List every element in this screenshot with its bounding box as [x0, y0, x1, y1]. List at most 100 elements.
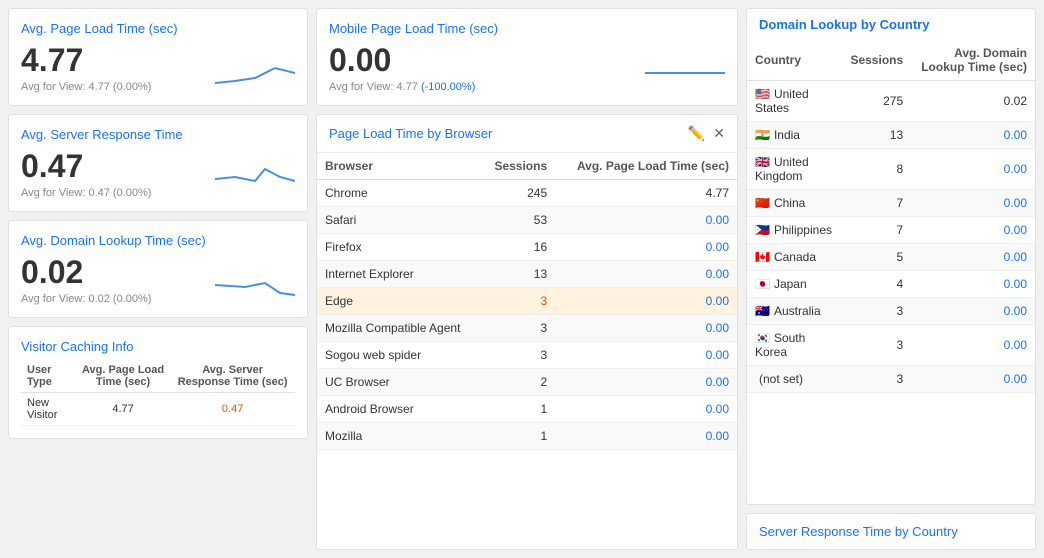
- browser-name: UC Browser: [317, 369, 481, 396]
- lookup-row: 🇰🇷South Korea 3 0.00: [747, 325, 1035, 366]
- browser-row: Chrome 245 4.77: [317, 180, 737, 207]
- lookup-avg: 0.00: [911, 122, 1035, 149]
- close-icon[interactable]: ✕: [713, 125, 725, 142]
- lookup-country: 🇯🇵Japan: [747, 271, 842, 298]
- browser-avg-load: 0.00: [555, 396, 737, 423]
- browser-avg-load: 0.00: [555, 234, 737, 261]
- country-flag: 🇨🇦: [755, 250, 770, 264]
- lookup-country: 🇨🇦Canada: [747, 244, 842, 271]
- mobile-page-load-title: Mobile Page Load Time (sec): [329, 21, 725, 36]
- browser-sessions: 53: [481, 207, 555, 234]
- browser-avg-load: 0.00: [555, 207, 737, 234]
- avg-server-response-title: Avg. Server Response Time: [21, 127, 295, 142]
- browser-col-sessions: Sessions: [481, 153, 555, 180]
- country-flag: 🇺🇸: [755, 87, 770, 101]
- lookup-country: 🇮🇳India: [747, 122, 842, 149]
- mobile-page-load-sparkline: [645, 53, 725, 93]
- lookup-col-country: Country: [747, 40, 842, 81]
- browser-sessions: 3: [481, 315, 555, 342]
- caching-col-server-response: Avg. Server Response Time (sec): [170, 360, 295, 393]
- domain-lookup-table: Country Sessions Avg. Domain Lookup Time…: [747, 40, 1035, 393]
- browser-row: UC Browser 2 0.00: [317, 369, 737, 396]
- browser-sessions: 2: [481, 369, 555, 396]
- domain-lookup-card: Domain Lookup by Country Country Session…: [746, 8, 1036, 505]
- lookup-sessions: 3: [842, 325, 911, 366]
- right-column: Domain Lookup by Country Country Session…: [746, 8, 1036, 550]
- caching-page-load: 4.77: [76, 393, 170, 426]
- avg-page-load-card: Avg. Page Load Time (sec) 4.77 Avg for V…: [8, 8, 308, 106]
- mobile-page-load-value: 0.00: [329, 42, 475, 79]
- lookup-sessions: 13: [842, 122, 911, 149]
- lookup-row: 🇦🇺Australia 3 0.00: [747, 298, 1035, 325]
- visitor-caching-card: Visitor Caching Info User Type Avg. Page…: [8, 326, 308, 439]
- browser-sessions: 13: [481, 261, 555, 288]
- caching-server-response: 0.47: [170, 393, 295, 426]
- lookup-sessions: 3: [842, 366, 911, 393]
- browser-avg-load: 0.00: [555, 342, 737, 369]
- browser-row: Firefox 16 0.00: [317, 234, 737, 261]
- server-response-footer: Server Response Time by Country: [746, 513, 1036, 550]
- lookup-avg: 0.00: [911, 244, 1035, 271]
- browser-name: Mozilla Compatible Agent: [317, 315, 481, 342]
- lookup-sessions: 3: [842, 298, 911, 325]
- middle-column: Mobile Page Load Time (sec) 0.00 Avg for…: [316, 8, 738, 550]
- browser-avg-load: 0.00: [555, 369, 737, 396]
- avg-server-response-card: Avg. Server Response Time 0.47 Avg for V…: [8, 114, 308, 212]
- browser-sessions: 1: [481, 396, 555, 423]
- lookup-row: 🇨🇳China 7 0.00: [747, 190, 1035, 217]
- lookup-avg: 0.00: [911, 149, 1035, 190]
- avg-page-load-avg: Avg for View: 4.77 (0.00%): [21, 81, 151, 93]
- browser-row: Internet Explorer 13 0.00: [317, 261, 737, 288]
- country-flag: 🇦🇺: [755, 304, 770, 318]
- lookup-row: 🇵🇭Philippines 7 0.00: [747, 217, 1035, 244]
- lookup-country: 🇦🇺Australia: [747, 298, 842, 325]
- lookup-sessions: 8: [842, 149, 911, 190]
- lookup-row: 🇬🇧United Kingdom 8 0.00: [747, 149, 1035, 190]
- caching-row: New Visitor 4.77 0.47: [21, 393, 295, 426]
- visitor-caching-title: Visitor Caching Info: [21, 339, 295, 354]
- browser-name: Mozilla: [317, 423, 481, 450]
- lookup-avg: 0.02: [911, 81, 1035, 122]
- avg-domain-lookup-sparkline: [215, 265, 295, 305]
- lookup-sessions: 275: [842, 81, 911, 122]
- lookup-avg: 0.00: [911, 366, 1035, 393]
- domain-lookup-title: Domain Lookup by Country: [747, 9, 1035, 40]
- lookup-country: 🇺🇸United States: [747, 81, 842, 122]
- browser-avg-load: 0.00: [555, 423, 737, 450]
- caching-col-user-type: User Type: [21, 360, 76, 393]
- country-flag: 🇵🇭: [755, 223, 770, 237]
- lookup-country: 🇰🇷South Korea: [747, 325, 842, 366]
- lookup-country: 🇵🇭Philippines: [747, 217, 842, 244]
- mobile-page-load-card: Mobile Page Load Time (sec) 0.00 Avg for…: [316, 8, 738, 106]
- caching-col-page-load: Avg. Page Load Time (sec): [76, 360, 170, 393]
- avg-domain-lookup-value: 0.02: [21, 254, 151, 291]
- visitor-caching-table: User Type Avg. Page Load Time (sec) Avg.…: [21, 360, 295, 426]
- browser-sessions: 1: [481, 423, 555, 450]
- browser-name: Sogou web spider: [317, 342, 481, 369]
- lookup-sessions: 7: [842, 190, 911, 217]
- country-flag: 🇨🇳: [755, 196, 770, 210]
- browser-card-header: Page Load Time by Browser ✏️ ✕: [317, 115, 737, 153]
- browser-row: Android Browser 1 0.00: [317, 396, 737, 423]
- browser-card: Page Load Time by Browser ✏️ ✕ Browser S…: [316, 114, 738, 550]
- lookup-avg: 0.00: [911, 298, 1035, 325]
- lookup-sessions: 4: [842, 271, 911, 298]
- browser-card-icons: ✏️ ✕: [688, 125, 725, 142]
- browser-avg-load: 0.00: [555, 261, 737, 288]
- lookup-sessions: 5: [842, 244, 911, 271]
- lookup-col-sessions: Sessions: [842, 40, 911, 81]
- lookup-country: (not set): [747, 366, 842, 393]
- edit-icon[interactable]: ✏️: [688, 125, 705, 142]
- avg-domain-lookup-avg: Avg for View: 0.02 (0.00%): [21, 293, 151, 305]
- browser-card-title: Page Load Time by Browser: [329, 126, 492, 141]
- lookup-row: 🇮🇳India 13 0.00: [747, 122, 1035, 149]
- browser-avg-load: 0.00: [555, 288, 737, 315]
- avg-domain-lookup-card: Avg. Domain Lookup Time (sec) 0.02 Avg f…: [8, 220, 308, 318]
- browser-table: Browser Sessions Avg. Page Load Time (se…: [317, 153, 737, 450]
- country-flag: 🇯🇵: [755, 277, 770, 291]
- browser-avg-load: 4.77: [555, 180, 737, 207]
- lookup-avg: 0.00: [911, 190, 1035, 217]
- browser-row: Mozilla 1 0.00: [317, 423, 737, 450]
- country-flag: 🇮🇳: [755, 128, 770, 142]
- browser-sessions: 16: [481, 234, 555, 261]
